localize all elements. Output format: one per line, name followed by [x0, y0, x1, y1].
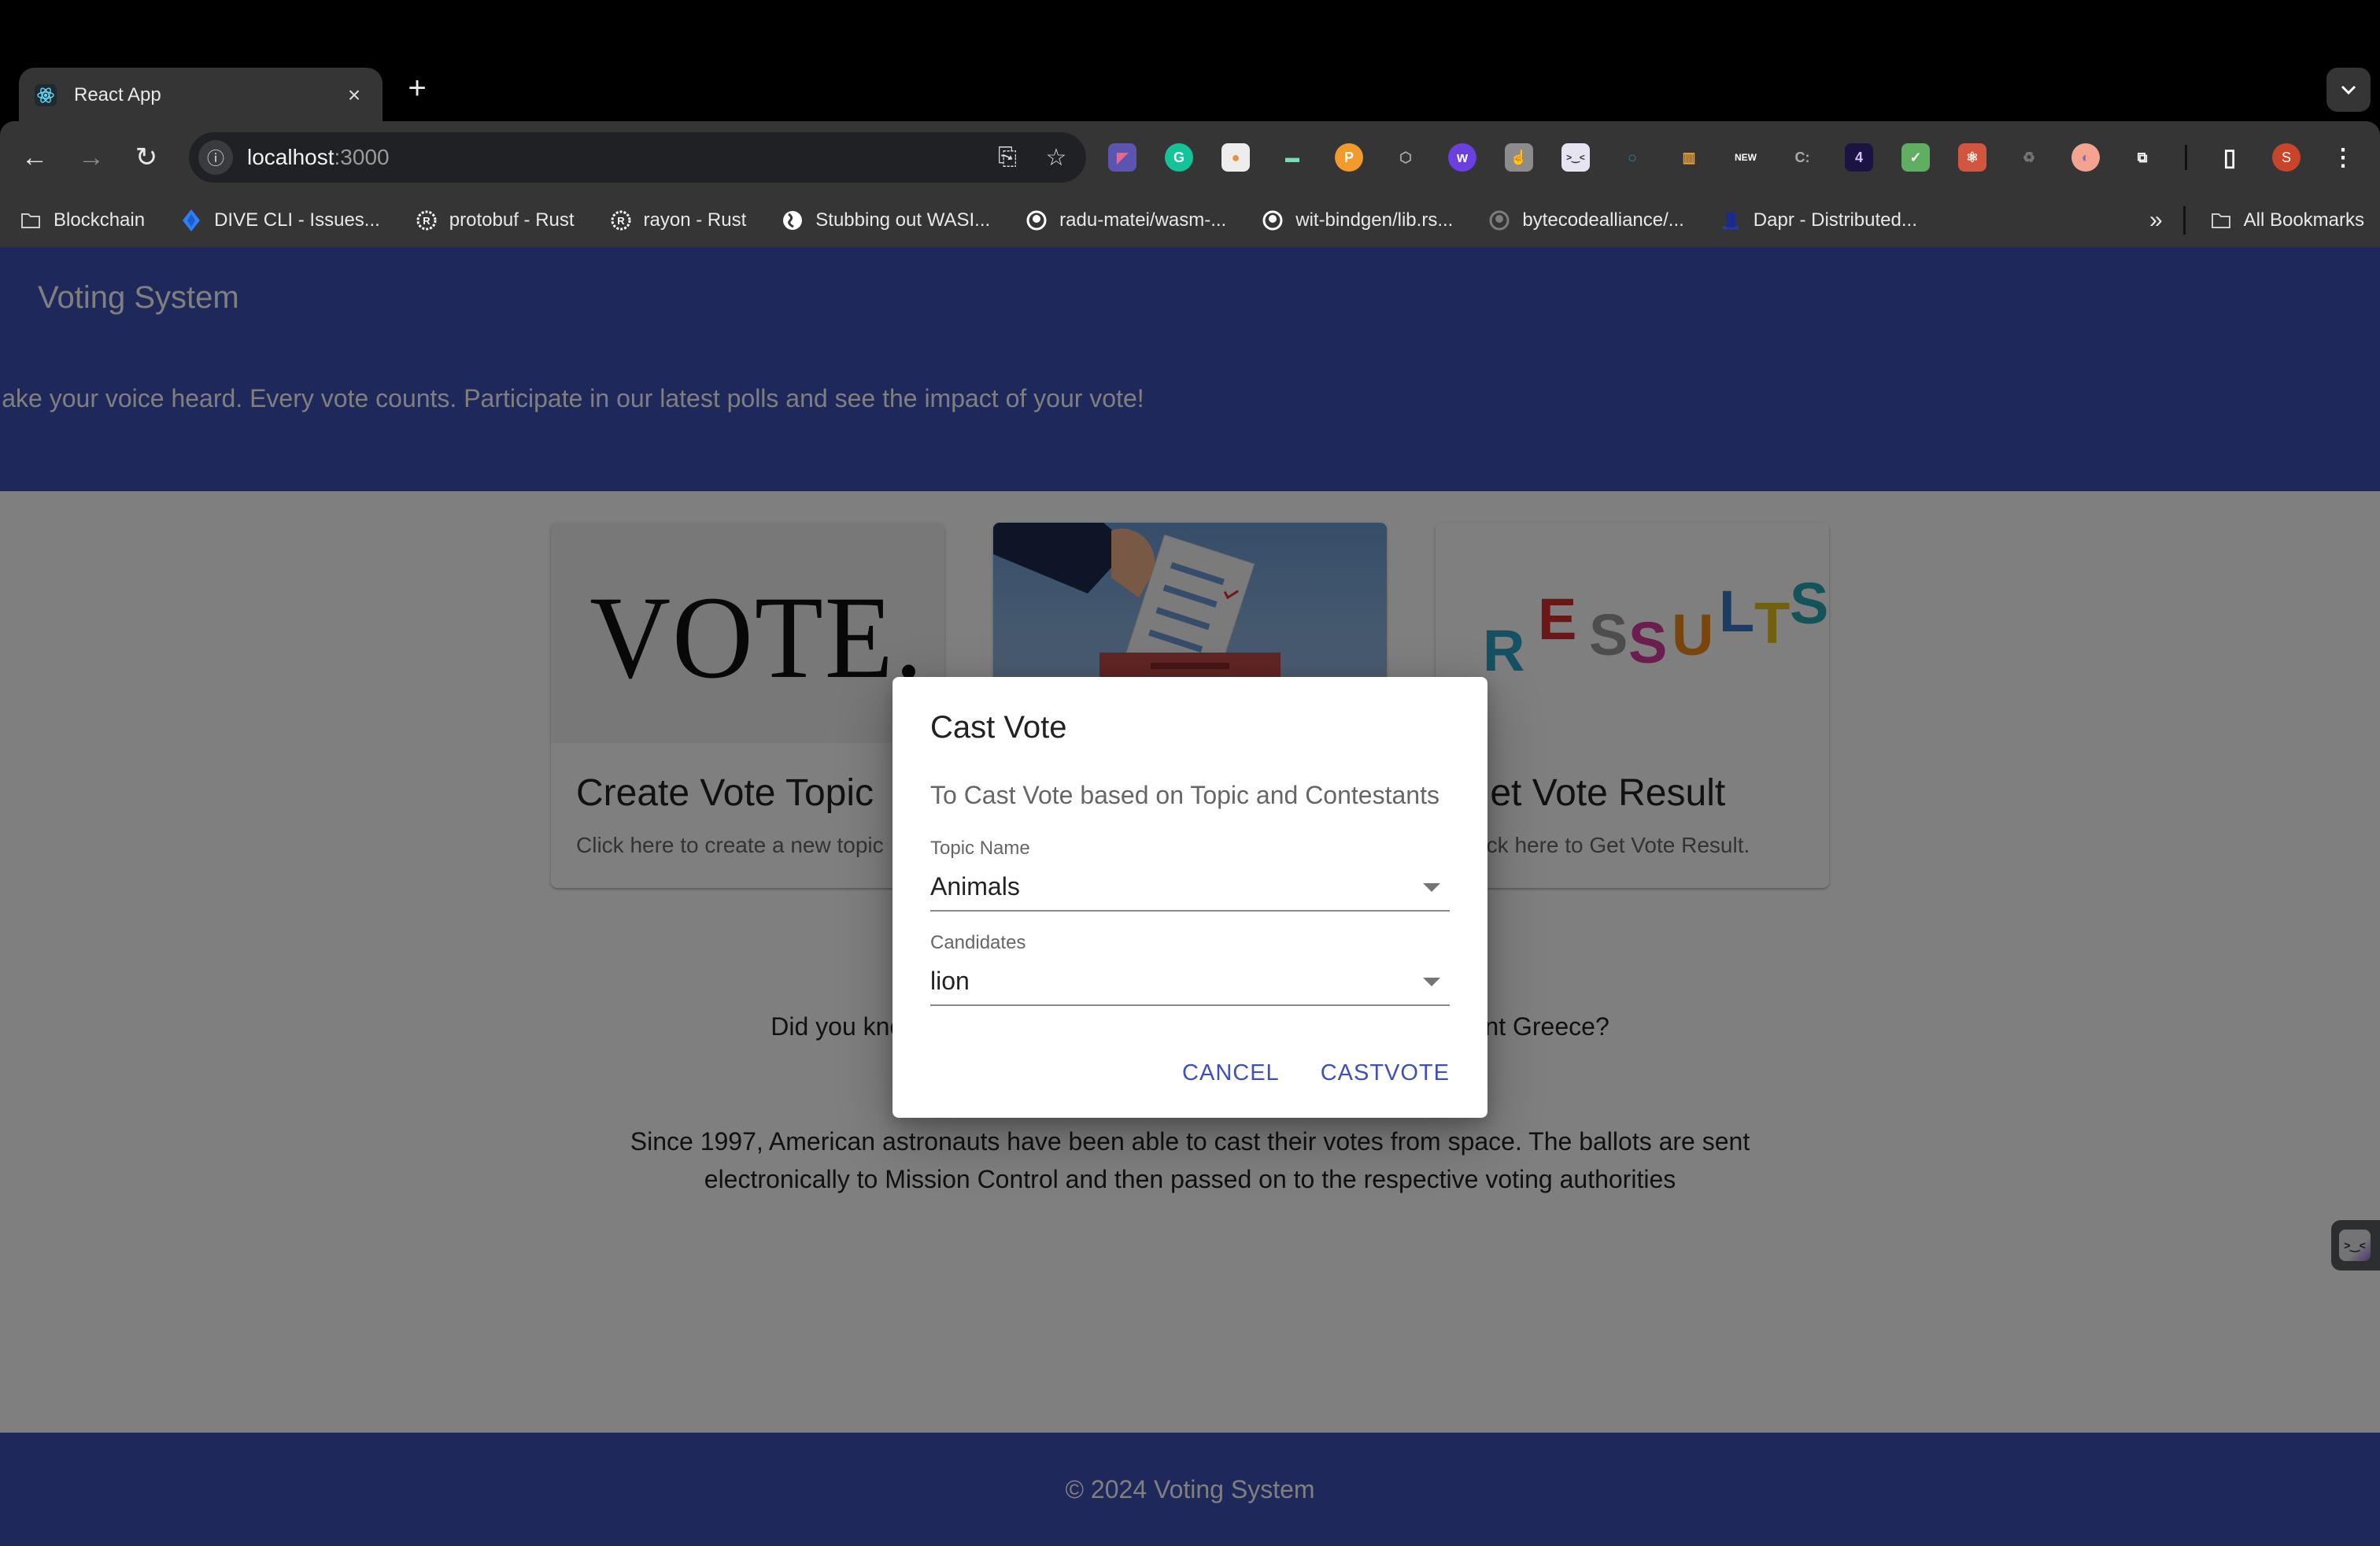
github-icon [1261, 209, 1284, 232]
face-ext-icon[interactable]: >‿< [1561, 143, 1590, 172]
all-bookmarks-button[interactable]: All Bookmarks [2209, 209, 2364, 232]
bookmark-label: rayon - Rust [643, 209, 747, 231]
bookmark-item[interactable]: Rprotobuf - Rust [415, 209, 575, 232]
topic-name-value: Animals [930, 872, 1020, 901]
jira-icon [179, 209, 203, 232]
bookmark-label: protobuf - Rust [449, 209, 575, 231]
react-devtools-ext-icon[interactable]: ⚛ [1958, 143, 1986, 172]
react-icon [35, 84, 57, 106]
bookmark-item[interactable]: Rrayon - Rust [609, 209, 747, 232]
site-info-icon[interactable]: ⓘ [198, 140, 233, 175]
c-ext-icon[interactable]: C: [1788, 143, 1816, 172]
w-ext-icon[interactable]: w [1448, 143, 1476, 172]
chevron-down-icon [2341, 85, 2356, 95]
browser-menu-icon[interactable]: ⋮ [2329, 143, 2357, 172]
all-bookmarks-label: All Bookmarks [2243, 209, 2364, 231]
bookmark-item[interactable]: Blockchain [19, 209, 145, 232]
bookmark-item[interactable]: Dapr - Distributed... [1719, 209, 1917, 232]
toggle-ext-icon[interactable]: ● [1221, 143, 1250, 172]
bookmark-label: DIVE CLI - Issues... [214, 209, 380, 231]
cast-vote-dialog: Cast Vote To Cast Vote based on Topic an… [893, 677, 1488, 1118]
bookmark-label: Blockchain [54, 209, 146, 231]
bookmarks-bar: Blockchain DIVE CLI - Issues... Rprotobuf … [0, 194, 2380, 247]
rust-icon: R [415, 209, 438, 232]
bookmark-label: Stubbing out WASI... [815, 209, 991, 231]
toolbar-divider [2185, 145, 2187, 170]
profile-avatar[interactable]: S [2272, 143, 2301, 172]
dropdown-arrow-icon [1423, 978, 1440, 986]
extensions-puzzle-icon[interactable]: ⧉ [2128, 143, 2156, 172]
topic-name-select[interactable]: Animals [930, 860, 1450, 912]
bookmarks-divider [2182, 206, 2186, 235]
url-text[interactable]: localhost:3000 [247, 145, 989, 170]
bookmark-label: Dapr - Distributed... [1753, 209, 1917, 231]
dialog-title: Cast Vote [930, 710, 1067, 745]
bookmark-label: wit-bindgen/lib.rs... [1295, 209, 1454, 231]
library-ext-icon[interactable]: ▥ [1675, 143, 1703, 172]
bookmark-item[interactable]: radu-matei/wasm-... [1025, 209, 1226, 232]
candidates-field: Candidates lion [930, 932, 1450, 1006]
github-icon [1488, 209, 1511, 232]
svg-text:R: R [617, 215, 625, 227]
cube-ext-icon[interactable]: ⬡ [1391, 143, 1420, 172]
minus-ext-icon[interactable]: ▬ [1278, 143, 1306, 172]
new-ext-icon[interactable]: NEW [1731, 143, 1760, 172]
icon-ext-icon[interactable]: ◌ [1618, 143, 1646, 172]
new-tab-button[interactable]: + [401, 71, 433, 106]
topic-name-field: Topic Name Animals [930, 838, 1450, 912]
candidates-select[interactable]: lion [930, 954, 1450, 1006]
touch-ext-icon[interactable]: ☝ [1505, 143, 1533, 172]
linear-ext-icon[interactable]: ◤ [1108, 143, 1136, 172]
cast-vote-button[interactable]: CASTVOTE [1308, 1051, 1462, 1096]
side-panel-icon[interactable]: ▯ [2216, 143, 2244, 172]
bookmark-label: bytecodealliance/... [1522, 209, 1684, 231]
folder-icon [19, 209, 42, 232]
reload-button[interactable]: ↻ [128, 139, 165, 176]
globe-icon [781, 209, 804, 232]
bookmarks-overflow-button[interactable]: » [2149, 207, 2163, 234]
topic-name-label: Topic Name [930, 838, 1030, 859]
bookmark-item[interactable]: Stubbing out WASI... [781, 209, 990, 232]
arc-ext-icon[interactable]: ◐ [2071, 143, 2100, 172]
close-tab-icon[interactable]: × [342, 83, 367, 108]
forward-button[interactable]: → [72, 139, 110, 176]
dapr-icon [1719, 209, 1743, 232]
browser-toolbar: ← → ↻ ⓘ localhost:3000 ⎘ ☆ ◤ G ● ▬ P ⬡ w ☝ >‿< ◌ ▥… [0, 121, 2380, 194]
install-app-icon[interactable]: ⎘ [989, 144, 1026, 171]
bookmark-label: radu-matei/wasm-... [1059, 209, 1227, 231]
bookmark-item[interactable]: DIVE CLI - Issues... [179, 209, 380, 232]
tab-title: React App [74, 84, 161, 105]
github-icon [1025, 209, 1048, 232]
bookmark-star-icon[interactable]: ☆ [1037, 144, 1075, 172]
browser-tab[interactable]: React App × [19, 68, 382, 123]
tab-strip: React App × + [0, 0, 2380, 123]
bookmark-item[interactable]: wit-bindgen/lib.rs... [1261, 209, 1453, 232]
dropdown-arrow-icon [1423, 883, 1440, 892]
address-bar[interactable]: ⓘ localhost:3000 ⎘ ☆ [189, 132, 1086, 183]
back-button[interactable]: ← [16, 139, 54, 176]
dialog-actions: CANCEL CASTVOTE [1154, 1051, 1462, 1096]
polkadot-ext-icon[interactable]: P [1335, 143, 1363, 172]
shield-ext-icon[interactable]: ✓ [1901, 143, 1930, 172]
bookmark-item[interactable]: bytecodealliance/... [1488, 209, 1684, 232]
svg-text:R: R [423, 215, 431, 227]
recycle-ext-icon[interactable]: ♻ [2015, 143, 2043, 172]
tab-search-button[interactable] [2326, 68, 2371, 112]
folder-icon [2209, 209, 2233, 232]
web-page: Voting System n! Make your voice heard. … [0, 247, 2380, 1546]
candidates-label: Candidates [930, 932, 1026, 953]
dialog-description: To Cast Vote based on Topic and Contesta… [930, 781, 1439, 809]
grammarly-ext-icon[interactable]: G [1165, 143, 1193, 172]
number-ext-icon[interactable]: 4 [1845, 143, 1873, 172]
extensions-bar: ◤ G ● ▬ P ⬡ w ☝ >‿< ◌ ▥ NEW C: 4 ✓ ⚛ ♻ ◐ ⧉ ▯ S ⋮ [1108, 135, 2380, 179]
rust-icon: R [609, 209, 633, 232]
cancel-button[interactable]: CANCEL [1170, 1051, 1292, 1096]
candidates-value: lion [930, 967, 970, 995]
